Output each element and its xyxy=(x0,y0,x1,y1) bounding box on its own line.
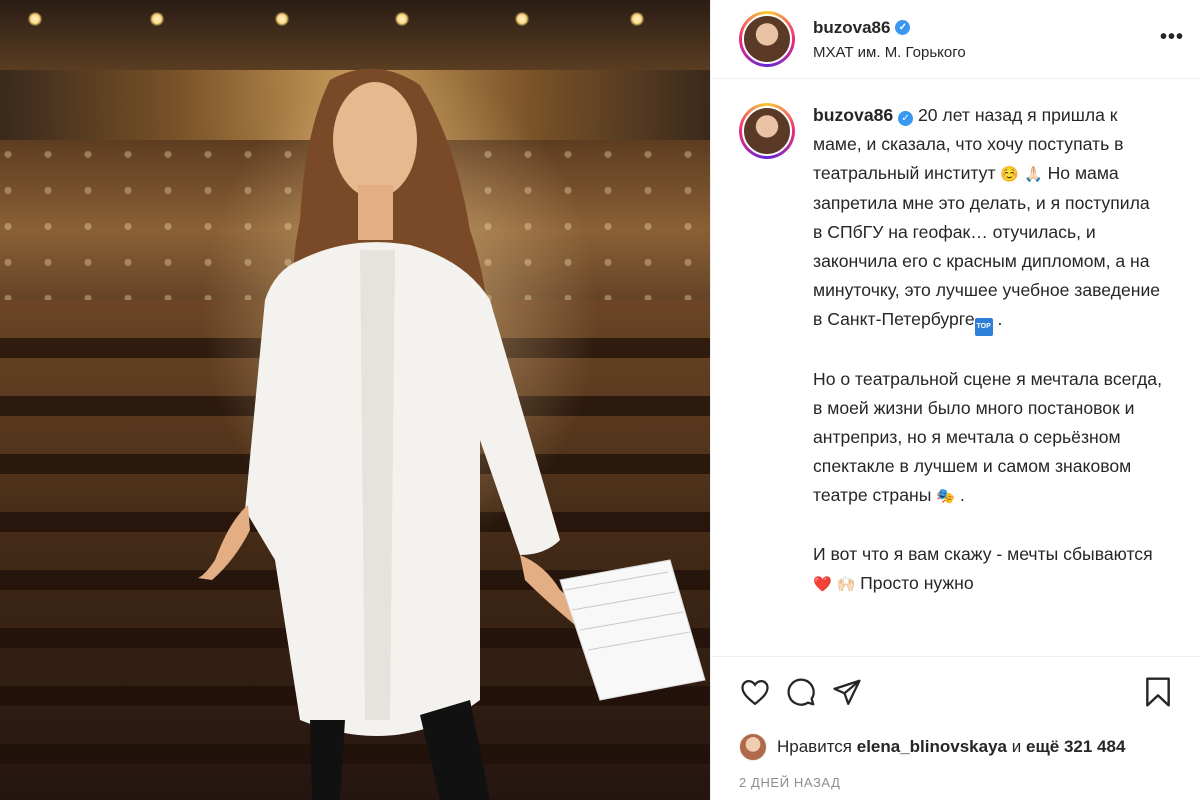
smile-emoji: ☺️ xyxy=(1000,166,1020,183)
theatre-masks-emoji: 🎭 xyxy=(936,488,955,505)
location-link[interactable]: МХАТ им. М. Горького xyxy=(813,44,966,61)
more-options-icon[interactable]: ••• xyxy=(1160,26,1184,49)
caption-text: buzova86 ✓ 20 лет назад я пришла к маме,… xyxy=(813,101,1163,656)
avatar[interactable] xyxy=(739,11,795,67)
post-header: buzova86 ✓ МХАТ им. М. Горького ••• xyxy=(711,0,1200,79)
heart-emoji: ❤️ xyxy=(813,576,832,593)
verified-icon: ✓ xyxy=(895,20,911,35)
top-emoji: TOP xyxy=(974,318,993,336)
post-date[interactable]: 2 ДНЕЙ НАЗАД xyxy=(711,767,1200,800)
post-side-panel: buzova86 ✓ МХАТ им. М. Горького ••• buzo… xyxy=(710,0,1200,800)
pray-emoji: 🙏🏻 xyxy=(1024,166,1043,183)
likes-count[interactable]: ещё 321 484 xyxy=(1026,737,1125,757)
verified-icon: ✓ xyxy=(898,111,914,126)
post-photo[interactable] xyxy=(0,0,710,800)
caption-username[interactable]: buzova86 xyxy=(813,105,893,125)
bookmark-icon[interactable] xyxy=(1138,672,1178,712)
caption-avatar[interactable] xyxy=(739,103,795,159)
raised-hands-emoji: 🙌🏻 xyxy=(836,576,856,593)
instagram-post: buzova86 ✓ МХАТ им. М. Горького ••• buzo… xyxy=(0,0,1200,800)
comment-icon[interactable] xyxy=(781,672,821,712)
woman-figure xyxy=(198,68,706,800)
username-link[interactable]: buzova86 xyxy=(813,18,890,38)
likes-summary: Нравится elena_blinovskaya и ещё 321 484 xyxy=(711,727,1200,767)
heart-icon[interactable] xyxy=(735,672,775,712)
post-actions xyxy=(711,656,1200,727)
liker-username[interactable]: elena_blinovskaya xyxy=(857,737,1007,757)
share-icon[interactable] xyxy=(827,672,867,712)
liker-avatar[interactable] xyxy=(739,733,767,761)
caption-area: buzova86 ✓ 20 лет назад я пришла к маме,… xyxy=(711,79,1200,656)
